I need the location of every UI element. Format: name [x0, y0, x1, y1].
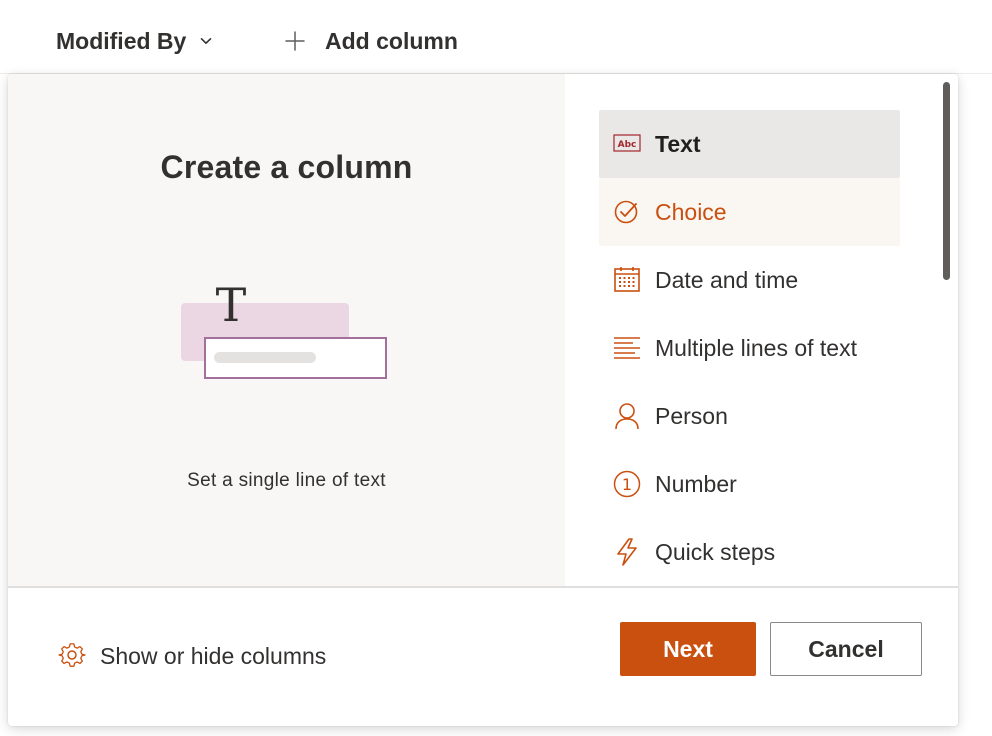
preview-pane: Create a column T Set a single line of t…	[8, 74, 565, 586]
column-type-label: Person	[655, 402, 728, 429]
illustration-glyph: T	[216, 282, 247, 332]
column-type-label: Quick steps	[655, 538, 776, 565]
column-type-label: Choice	[655, 198, 727, 225]
column-type-label: Number	[655, 470, 737, 497]
column-header-bar: Modified By Add column	[0, 0, 992, 74]
column-type-date-time[interactable]: Date and time	[599, 246, 900, 314]
column-type-label: Text	[655, 130, 701, 157]
cancel-button[interactable]: Cancel	[770, 622, 922, 676]
column-type-scrollbar[interactable]	[943, 82, 950, 280]
choice-check-icon	[613, 198, 641, 226]
column-type-quick-steps[interactable]: Quick steps	[599, 518, 900, 586]
text-column-illustration: T	[181, 282, 387, 379]
show-hide-columns-link[interactable]: Show or hide columns	[58, 642, 326, 670]
text-icon-label: Abc	[618, 140, 637, 150]
calendar-icon	[613, 266, 641, 294]
add-column-label: Add column	[325, 27, 458, 54]
number-icon: 1	[613, 470, 641, 498]
plus-icon	[285, 31, 305, 51]
panel-footer: Show or hide columns Next Cancel	[8, 588, 958, 726]
next-button[interactable]: Next	[620, 622, 756, 676]
column-type-person[interactable]: Person	[599, 382, 900, 450]
column-type-multiline[interactable]: Multiple lines of text	[599, 314, 900, 382]
column-type-list: Abc Text Choice Date and time Multiple l…	[599, 110, 900, 586]
add-column-button[interactable]: Add column	[285, 26, 458, 56]
panel-caption: Set a single line of text	[187, 470, 386, 491]
person-icon	[613, 402, 641, 430]
panel-title: Create a column	[160, 149, 413, 185]
column-type-choice[interactable]: Choice	[599, 178, 900, 246]
create-column-panel: Create a column T Set a single line of t…	[8, 74, 958, 726]
column-type-text[interactable]: Abc Text	[599, 110, 900, 178]
gear-icon	[58, 643, 86, 667]
chevron-down-icon	[201, 38, 212, 44]
column-type-pane: Abc Text Choice Date and time Multiple l…	[565, 74, 958, 586]
number-icon-label: 1	[622, 475, 632, 494]
column-type-number[interactable]: 1 Number	[599, 450, 900, 518]
column-type-label: Date and time	[655, 266, 799, 293]
modified-by-label: Modified By	[56, 27, 187, 54]
column-type-label: Multiple lines of text	[655, 334, 857, 361]
show-hide-columns-label: Show or hide columns	[100, 642, 327, 669]
text-abc-icon: Abc	[613, 130, 641, 158]
lightning-icon	[613, 538, 641, 566]
modified-by-column-header[interactable]: Modified By	[56, 26, 212, 56]
multiline-text-icon	[613, 334, 641, 362]
